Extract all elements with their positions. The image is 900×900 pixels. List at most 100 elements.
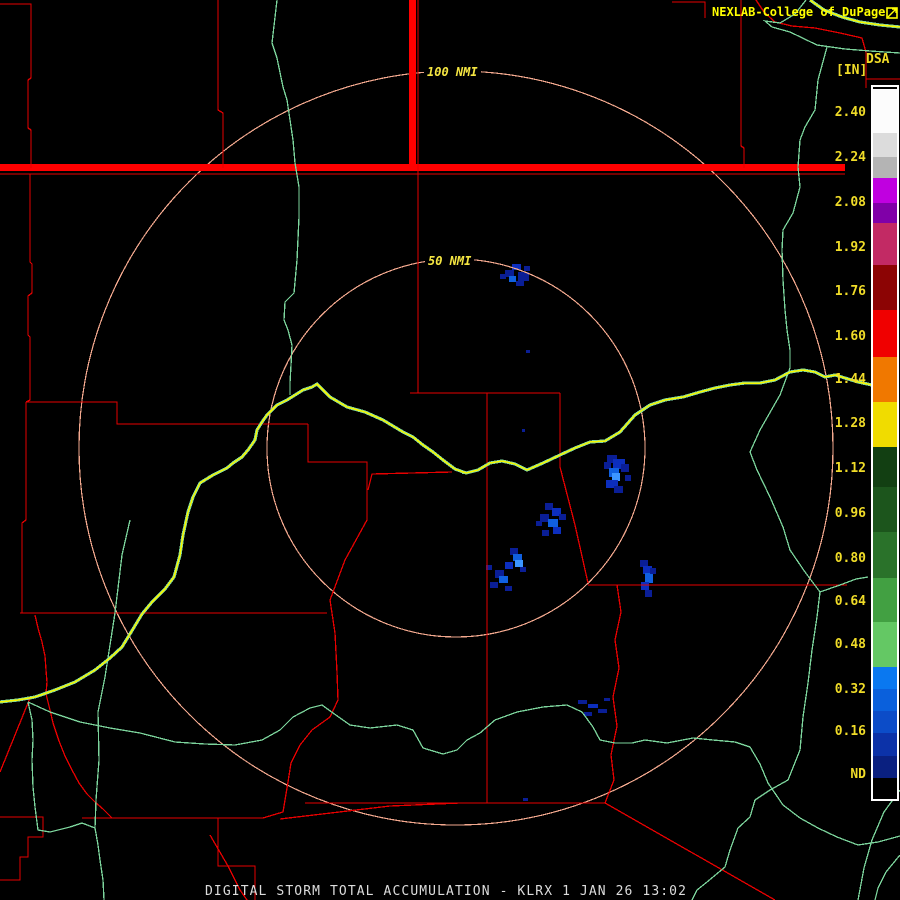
precip-cell xyxy=(604,698,610,701)
precip-cell xyxy=(505,562,513,569)
colorbar-segment xyxy=(873,578,897,622)
colorbar-segment xyxy=(873,756,897,778)
precip-cell xyxy=(548,519,558,527)
precip-cell xyxy=(536,521,542,526)
county-line xyxy=(740,0,745,168)
scale-label: 0.96 xyxy=(834,506,866,521)
county-line xyxy=(34,614,113,819)
colorbar-segment xyxy=(873,223,897,265)
precip-cell xyxy=(650,568,656,574)
colorbar-segment xyxy=(873,357,897,402)
river-line xyxy=(857,789,900,900)
product-code-label: DSA xyxy=(866,52,890,67)
county-line xyxy=(217,0,224,168)
river-line xyxy=(874,854,900,900)
precip-cell xyxy=(523,798,528,801)
precip-cell xyxy=(578,700,587,704)
scale-label: 2.08 xyxy=(834,195,866,210)
county-line xyxy=(25,174,33,403)
header-title: NEXLAB-College of DuPage xyxy=(712,5,886,19)
county-line xyxy=(604,584,622,804)
colorbar-segment xyxy=(873,667,897,689)
county-line xyxy=(559,393,589,584)
colorbar-segment xyxy=(873,689,897,711)
colorbar-segment xyxy=(873,711,897,733)
precip-cell xyxy=(645,573,653,583)
precip-cell xyxy=(553,527,561,534)
scale-label: 0.32 xyxy=(834,682,866,697)
range-ring-100 xyxy=(78,70,834,826)
scale-label: ND xyxy=(850,767,866,782)
scale-label: 0.48 xyxy=(834,637,866,652)
river-line xyxy=(94,519,131,829)
state-boundary-thick xyxy=(0,164,845,171)
precip-cell xyxy=(604,462,611,469)
colorbar-segment xyxy=(873,532,897,578)
county-line xyxy=(0,3,32,168)
cod-logo-icon xyxy=(886,7,898,19)
scale-label: 1.76 xyxy=(834,284,866,299)
ring-label-50nmi: 50 NMI xyxy=(425,255,475,268)
scale-label: 1.44 xyxy=(834,372,866,387)
precip-cell xyxy=(540,514,549,522)
colorbar-segment xyxy=(873,447,897,487)
precip-cell xyxy=(515,560,523,567)
county-line xyxy=(21,402,27,613)
precip-cell xyxy=(542,530,549,536)
precip-cell xyxy=(522,429,525,432)
river-fringe xyxy=(0,368,873,704)
colorbar-segment xyxy=(873,178,897,203)
county-line xyxy=(262,424,368,819)
scale-label: 1.92 xyxy=(834,240,866,255)
river-line xyxy=(271,0,300,395)
precip-cell xyxy=(490,582,498,588)
colorbar-segment xyxy=(873,157,897,178)
scale-label: 1.60 xyxy=(834,329,866,344)
colorbar-segment xyxy=(873,133,897,157)
colorbar-segment xyxy=(873,89,897,133)
colorbar-segment xyxy=(873,265,897,310)
precip-cell xyxy=(524,266,530,271)
precip-cell xyxy=(614,486,623,493)
county-line xyxy=(672,1,706,18)
precip-cell xyxy=(645,590,652,597)
county-line xyxy=(0,697,31,773)
county-line xyxy=(279,802,461,820)
precip-cell xyxy=(598,709,607,713)
precip-cell xyxy=(625,475,631,481)
precip-cell xyxy=(510,548,518,555)
precip-cell xyxy=(500,274,506,279)
scale-label: 1.28 xyxy=(834,416,866,431)
scale-label: 2.24 xyxy=(834,150,866,165)
colorbar-segment xyxy=(873,487,897,532)
precip-cell xyxy=(526,350,530,353)
precip-cell xyxy=(513,554,522,561)
radar-map xyxy=(0,0,900,900)
county-line xyxy=(367,471,453,491)
county-line xyxy=(410,0,560,394)
river-line xyxy=(27,701,900,846)
footer-product-title: DIGITAL STORM TOTAL ACCUMULATION - KLRX … xyxy=(205,884,688,899)
colorbar-segment xyxy=(873,733,897,756)
range-ring-50 xyxy=(266,258,646,638)
precip-cell xyxy=(505,270,514,277)
precip-cell xyxy=(621,464,629,472)
colorbar-segment xyxy=(873,402,897,447)
precip-cell xyxy=(588,704,598,708)
precip-cell xyxy=(499,576,508,583)
highlighted-river xyxy=(0,369,873,703)
precip-cell xyxy=(612,473,620,481)
units-label: [IN] xyxy=(836,63,868,78)
precip-cell xyxy=(509,276,516,282)
county-line xyxy=(0,816,44,881)
precip-cell xyxy=(640,560,648,567)
precip-cell xyxy=(545,503,553,510)
scale-label: 1.12 xyxy=(834,461,866,476)
precip-cell xyxy=(520,567,526,572)
scale-label: 2.40 xyxy=(834,105,866,120)
colorbar xyxy=(871,85,899,801)
precip-cell xyxy=(516,281,524,286)
colorbar-segment xyxy=(873,778,897,797)
precip-cell xyxy=(505,586,512,591)
scale-label: 0.64 xyxy=(834,594,866,609)
